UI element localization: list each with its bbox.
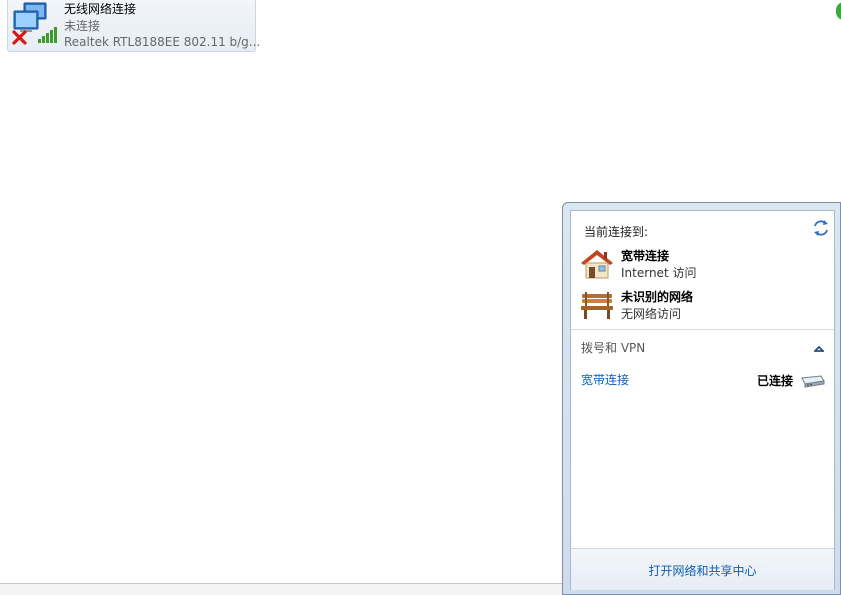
connection-title: 宽带连接	[621, 249, 670, 263]
modem-icon	[799, 374, 825, 388]
disconnected-x-icon	[12, 30, 27, 45]
vpn-status-text: 已连接	[757, 374, 794, 388]
flyout-footer: 打开网络和共享中心	[571, 548, 834, 590]
adapter-device: Realtek RTL8188EE 802.11 b/g...	[64, 35, 261, 49]
adapter-name: 无线网络连接	[64, 2, 137, 16]
refresh-icon[interactable]	[812, 219, 830, 237]
flyout-content: 当前连接到: 宽带连接 Internet 访问 未识别的网络 无网络访问 拨号和…	[570, 210, 835, 590]
section-divider	[571, 329, 834, 330]
connection-item-unidentified[interactable]: 未识别的网络 无网络访问	[579, 288, 819, 324]
wireless-adapter-tile[interactable]: 无线网络连接 未连接 Realtek RTL8188EE 802.11 b/g.…	[7, 0, 260, 52]
house-icon	[579, 247, 615, 281]
connection-subtitle: 无网络访问	[621, 307, 682, 321]
dialup-vpn-section-title: 拨号和 VPN	[581, 341, 646, 355]
connection-subtitle: Internet 访问	[621, 266, 697, 280]
monitor-network-icon	[10, 0, 62, 49]
connection-title: 未识别的网络	[621, 290, 694, 304]
network-flyout: 当前连接到: 宽带连接 Internet 访问 未识别的网络 无网络访问 拨号和…	[562, 202, 841, 595]
current-connection-label: 当前连接到:	[584, 225, 649, 239]
status-indicator	[836, 2, 841, 20]
vpn-connection-link[interactable]: 宽带连接	[581, 371, 629, 388]
connection-item-broadband[interactable]: 宽带连接 Internet 访问	[579, 247, 819, 283]
open-network-center-link[interactable]: 打开网络和共享中心	[571, 562, 834, 579]
adapter-status: 未连接	[64, 19, 101, 33]
chevron-up-icon[interactable]	[812, 342, 826, 352]
signal-bars-icon	[38, 27, 57, 43]
window-status-strip	[0, 584, 566, 595]
bench-icon	[579, 288, 615, 322]
